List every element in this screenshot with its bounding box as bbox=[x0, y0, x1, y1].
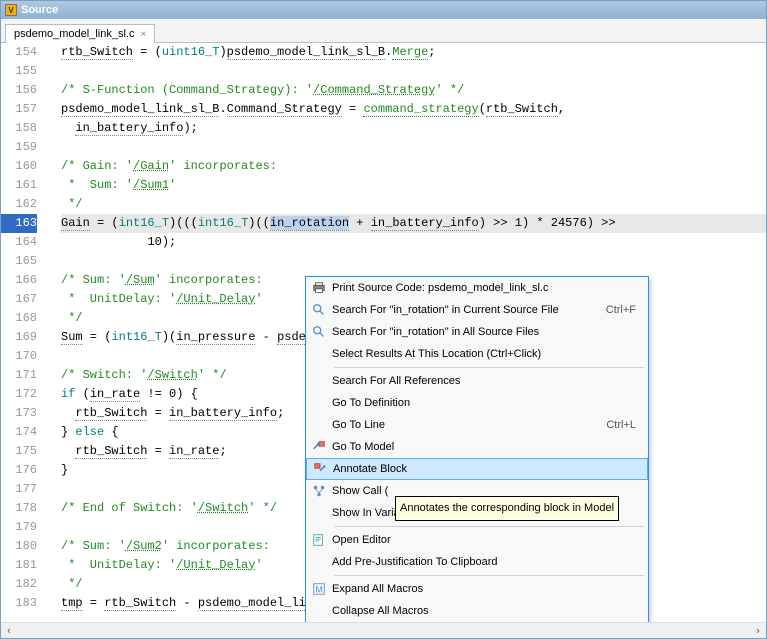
line-gutter: 1541551561571581591601611621631641651661… bbox=[1, 43, 45, 622]
tab-source-file[interactable]: psdemo_model_link_sl.c × bbox=[5, 24, 155, 43]
menu-label: Add Pre-Justification To Clipboard bbox=[332, 553, 640, 572]
menu-print[interactable]: Print Source Code: psdemo_model_link_sl.… bbox=[306, 277, 648, 299]
editor-icon bbox=[312, 533, 326, 547]
goto-model-icon bbox=[312, 440, 326, 454]
menu-shortcut: Ctrl+L bbox=[606, 416, 640, 435]
menu-label: Search For "in_rotation" in All Source F… bbox=[332, 323, 640, 342]
call-icon bbox=[312, 484, 326, 498]
titlebar: V Source bbox=[1, 1, 766, 19]
menu-separator bbox=[334, 526, 644, 527]
code-line[interactable]: psdemo_model_link_sl_B.Command_Strategy … bbox=[61, 100, 766, 119]
code-line[interactable] bbox=[61, 62, 766, 81]
menu-label: Collapse All Macros bbox=[332, 602, 640, 621]
menu-collapse-macros[interactable]: Collapse All Macros bbox=[306, 600, 648, 622]
menu-label: Annotate Block bbox=[333, 460, 639, 479]
menu-label: Select Results At This Location (Ctrl+Cl… bbox=[332, 345, 640, 364]
code-line[interactable]: * Sum: '/Sum1' bbox=[61, 176, 766, 195]
menu-separator bbox=[334, 575, 644, 576]
window-title: Source bbox=[21, 4, 58, 16]
code-line[interactable]: rtb_Switch = (uint16_T)psdemo_model_link… bbox=[61, 43, 766, 62]
menu-label: Go To Line bbox=[332, 416, 606, 435]
menu-label: Expand All Macros bbox=[332, 580, 640, 599]
menu-label: Go To Definition bbox=[332, 394, 640, 413]
scroll-left-icon[interactable]: ‹ bbox=[1, 623, 17, 639]
menu-label: Search For "in_rotation" in Current Sour… bbox=[332, 301, 606, 320]
menu-goto-def[interactable]: Go To Definition bbox=[306, 392, 648, 414]
scroll-right-icon[interactable]: › bbox=[750, 623, 766, 639]
source-window: V Source psdemo_model_link_sl.c × 154155… bbox=[0, 0, 767, 639]
code-line[interactable]: Gain = (int16_T)(((int16_T)((in_rotation… bbox=[61, 214, 766, 233]
macro-icon: M bbox=[312, 582, 326, 596]
menu-search-refs[interactable]: Search For All References bbox=[306, 370, 648, 392]
menu-label: Print Source Code: psdemo_model_link_sl.… bbox=[332, 279, 640, 298]
menu-search-all[interactable]: Search For "in_rotation" in All Source F… bbox=[306, 321, 648, 343]
menu-label: Go To Model bbox=[332, 438, 640, 457]
menu-select-results[interactable]: Select Results At This Location (Ctrl+Cl… bbox=[306, 343, 648, 365]
menu-shortcut: Ctrl+F bbox=[606, 301, 640, 320]
code-line[interactable]: in_battery_info); bbox=[61, 119, 766, 138]
menu-goto-line[interactable]: Go To Line Ctrl+L bbox=[306, 414, 648, 436]
code-editor[interactable]: 1541551561571581591601611621631641651661… bbox=[1, 43, 766, 622]
tab-label: psdemo_model_link_sl.c bbox=[14, 28, 134, 40]
menu-separator bbox=[334, 367, 644, 368]
annotate-icon bbox=[313, 462, 327, 476]
tab-bar: psdemo_model_link_sl.c × bbox=[1, 19, 766, 43]
app-icon: V bbox=[5, 4, 17, 16]
horizontal-scrollbar[interactable]: ‹ › bbox=[1, 622, 766, 638]
code-line[interactable] bbox=[61, 138, 766, 157]
svg-text:M: M bbox=[316, 585, 323, 595]
menu-open-editor[interactable]: Open Editor bbox=[306, 529, 648, 551]
menu-label: Search For All References bbox=[332, 372, 640, 391]
magnifier-icon bbox=[312, 303, 326, 317]
close-icon[interactable]: × bbox=[140, 29, 146, 40]
code-line[interactable]: 10); bbox=[61, 233, 766, 252]
menu-expand-macros[interactable]: M Expand All Macros bbox=[306, 578, 648, 600]
menu-annotate-block[interactable]: Annotate Block bbox=[306, 458, 648, 480]
menu-label: Open Editor bbox=[332, 531, 640, 550]
code-line[interactable] bbox=[61, 252, 766, 271]
context-menu: Print Source Code: psdemo_model_link_sl.… bbox=[305, 276, 649, 622]
menu-add-prejust[interactable]: Add Pre-Justification To Clipboard bbox=[306, 551, 648, 573]
code-line[interactable]: */ bbox=[61, 195, 766, 214]
code-line[interactable]: /* Gain: '/Gain' incorporates: bbox=[61, 157, 766, 176]
menu-goto-model[interactable]: Go To Model bbox=[306, 436, 648, 458]
tooltip: Annotates the corresponding block in Mod… bbox=[395, 496, 619, 521]
printer-icon bbox=[312, 281, 326, 295]
magnifier-icon bbox=[312, 325, 326, 339]
menu-search-current[interactable]: Search For "in_rotation" in Current Sour… bbox=[306, 299, 648, 321]
code-line[interactable]: /* S-Function (Command_Strategy): '/Comm… bbox=[61, 81, 766, 100]
